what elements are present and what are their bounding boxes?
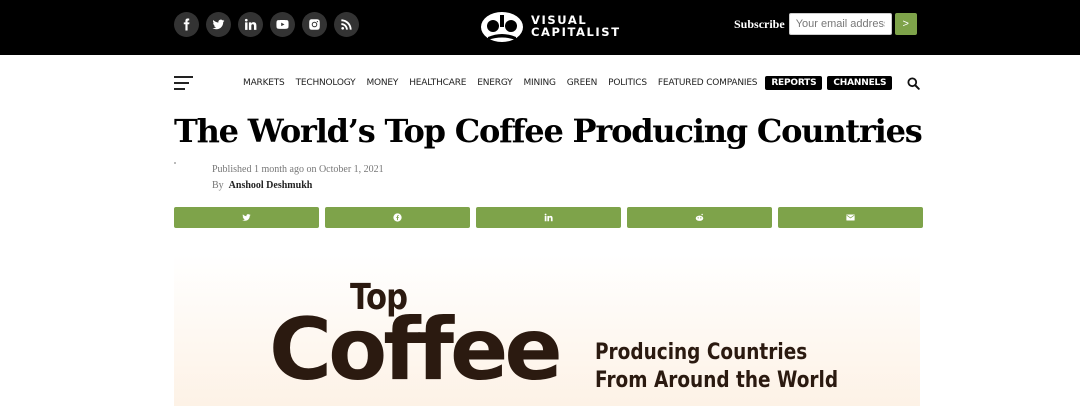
hero-image: Top Coffee Producing Countries From Arou… [174, 255, 920, 406]
hero-big-word: Coffee [269, 300, 563, 400]
instagram-icon[interactable] [302, 12, 327, 37]
share-linkedin-button[interactable] [476, 207, 621, 228]
nav-item-featured-companies[interactable]: FEATURED COMPANIES [658, 78, 758, 88]
site-logo[interactable]: VISUAL CAPITALIST [479, 7, 621, 45]
published-date: Published 1 month ago on October 1, 2021 [212, 164, 384, 175]
avatar [174, 162, 176, 164]
nav-item-green[interactable]: GREEN [567, 78, 598, 88]
hero-subtitle: Producing Countries From Around the Worl… [595, 339, 838, 395]
share-email-button[interactable] [778, 207, 923, 228]
hero-subtitle-line-1: Producing Countries [595, 340, 808, 365]
reddit-icon [695, 213, 704, 221]
byline-prefix: By [212, 180, 224, 191]
page-title: The World’s Top Coffee Producing Countri… [174, 112, 923, 150]
subscribe-form: Subscribe > [734, 13, 917, 35]
nav-item-technology[interactable]: TECHNOLOGY [296, 78, 356, 88]
hero-subtitle-line-2: From Around the World [595, 368, 839, 393]
subscribe-label: Subscribe [734, 16, 785, 31]
email-field[interactable] [788, 13, 892, 35]
logo-line-2: CAPITALIST [531, 25, 621, 39]
logo-text: VISUAL CAPITALIST [531, 14, 621, 38]
share-twitter-button[interactable] [174, 207, 319, 228]
author-link[interactable]: Anshool Deshmukh [229, 180, 313, 191]
logo-icon [481, 12, 523, 42]
social-links [174, 12, 359, 37]
share-facebook-button[interactable] [325, 207, 470, 228]
twitter-icon [242, 214, 251, 221]
subscribe-button[interactable]: > [894, 13, 917, 35]
nav-item-politics[interactable]: POLITICS [608, 78, 647, 88]
search-icon[interactable] [907, 77, 920, 90]
nav-item-channels[interactable]: CHANNELS [827, 76, 893, 90]
nav-item-markets[interactable]: MARKETS [243, 78, 285, 88]
share-bar [174, 207, 923, 228]
top-bar: VISUAL CAPITALIST Subscribe > [0, 0, 1080, 55]
nav-item-energy[interactable]: ENERGY [477, 78, 512, 88]
share-reddit-button[interactable] [627, 207, 772, 228]
linkedin-icon[interactable] [238, 12, 263, 37]
nav-item-money[interactable]: MONEY [366, 78, 398, 88]
facebook-icon [393, 213, 402, 222]
twitter-icon[interactable] [206, 12, 231, 37]
linkedin-icon [544, 213, 553, 222]
youtube-icon[interactable] [270, 12, 295, 37]
nav-item-healthcare[interactable]: HEALTHCARE [409, 78, 466, 88]
main-nav: MARKETS TECHNOLOGY MONEY HEALTHCARE ENER… [243, 75, 897, 91]
article-meta: Published 1 month ago on October 1, 2021… [212, 162, 384, 194]
facebook-icon[interactable] [174, 12, 199, 37]
nav-item-reports[interactable]: REPORTS [765, 76, 823, 90]
menu-icon[interactable] [174, 76, 193, 90]
rss-icon[interactable] [334, 12, 359, 37]
email-icon [846, 214, 855, 221]
nav-item-mining[interactable]: MINING [523, 78, 556, 88]
